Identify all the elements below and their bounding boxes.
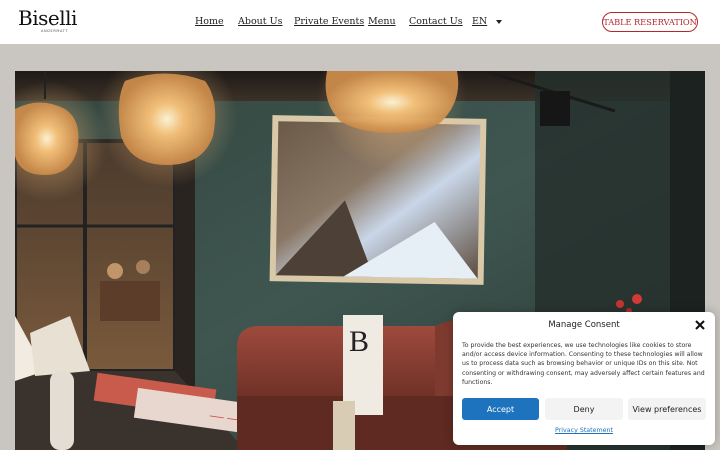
menu-card-letter: B — [349, 325, 369, 358]
close-icon[interactable] — [693, 317, 707, 331]
logo-tagline: ANDERMATT — [41, 29, 69, 33]
view-preferences-button[interactable]: View preferences — [628, 398, 706, 420]
nav-about-us[interactable]: About Us — [238, 16, 283, 27]
site-header: Biselli ANDERMATT Home About Us Private … — [0, 0, 720, 44]
logo[interactable]: Biselli ANDERMATT — [18, 6, 77, 33]
table-reservation-label: TABLE RESERVATION — [603, 17, 697, 27]
logo-text: Biselli — [18, 6, 77, 30]
language-selector[interactable]: EN — [472, 16, 503, 27]
privacy-statement-link[interactable]: Privacy Statement — [453, 427, 715, 434]
nav-home[interactable]: Home — [195, 16, 224, 27]
consent-body-text: To provide the best experiences, we use … — [462, 342, 705, 386]
language-label: EN — [472, 16, 488, 27]
accept-button[interactable]: Accept — [462, 398, 539, 420]
consent-title: Manage Consent — [548, 320, 620, 330]
nav-contact-us[interactable]: Contact Us — [409, 16, 463, 27]
table-reservation-button[interactable]: TABLE RESERVATION — [602, 12, 698, 32]
deny-button[interactable]: Deny — [545, 398, 623, 420]
nav-menu[interactable]: Menu — [368, 16, 396, 27]
chevron-down-icon — [496, 19, 503, 24]
cookie-consent-dialog: Manage Consent To provide the best exper… — [453, 312, 715, 445]
nav-private-events[interactable]: Private Events — [294, 16, 364, 27]
